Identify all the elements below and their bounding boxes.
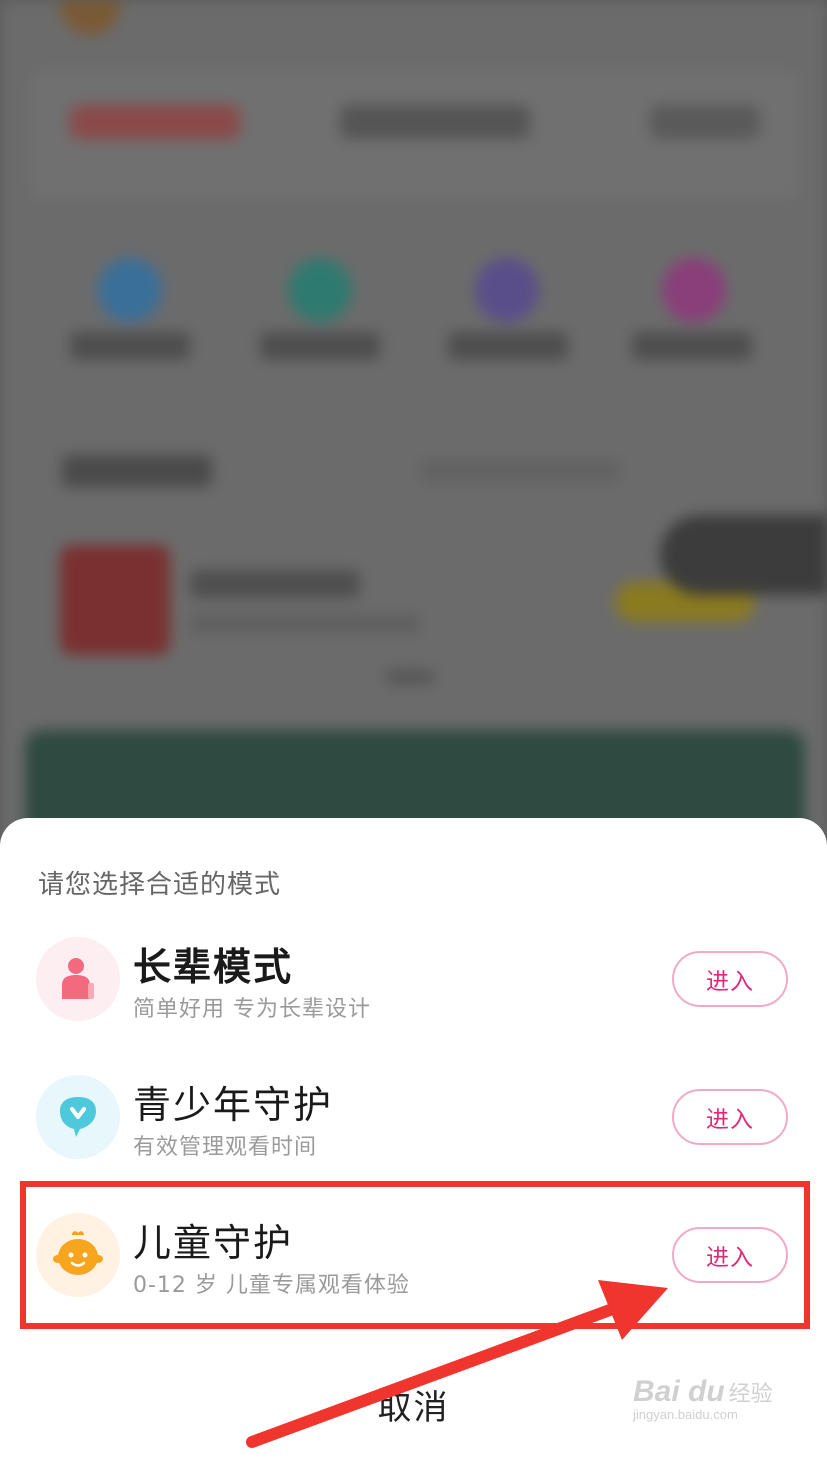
mode-select-sheet: 请您选择合适的模式 长辈模式 简单好用 专为长辈设计 进入 青少年守护 有效管理… — [0, 818, 827, 1458]
bg-chip — [340, 105, 530, 139]
bg-shortcut-icon — [475, 258, 539, 322]
mode-row-elder[interactable]: 长辈模式 简单好用 专为长辈设计 进入 — [0, 918, 827, 1048]
mode-name: 长辈模式 — [133, 945, 294, 989]
bg-avatar — [60, 0, 120, 35]
enter-teen-button[interactable]: 进入 — [672, 1089, 788, 1145]
background-app — [0, 0, 827, 840]
elder-person-glyph — [62, 958, 94, 999]
bg-shortcut-icon — [662, 258, 726, 322]
bg-shortcut-label — [260, 332, 380, 360]
bg-shortcut-label — [448, 332, 568, 360]
baidu-watermark: Bai du 经验 jingyan.baidu.com — [633, 1375, 793, 1447]
enter-elder-button[interactable]: 进入 — [672, 951, 788, 1007]
bg-thumbnail — [60, 545, 170, 655]
bg-text-line — [190, 615, 420, 633]
bg-section-title — [62, 455, 212, 487]
mode-name: 青少年守护 — [133, 1083, 334, 1127]
bg-shortcut-label — [70, 332, 190, 360]
watermark-url: jingyan.baidu.com — [633, 1407, 738, 1422]
bg-text-line — [190, 570, 360, 598]
bg-toast — [660, 515, 827, 595]
watermark-cn: 经验 — [728, 1381, 773, 1406]
mode-row-teen[interactable]: 青少年守护 有效管理观看时间 进入 — [0, 1056, 827, 1186]
elder-icon — [36, 937, 120, 1021]
sheet-title: 请您选择合适的模式 — [38, 870, 282, 900]
bg-shortcut-label — [632, 332, 752, 360]
annotation-highlight-box — [20, 1181, 810, 1329]
bg-chip — [70, 105, 240, 139]
bg-shortcut-icon — [98, 258, 162, 322]
mode-desc: 简单好用 专为长辈设计 — [133, 997, 371, 1022]
mode-desc: 有效管理观看时间 — [133, 1135, 318, 1160]
bg-chip — [650, 105, 760, 139]
bg-pager-dots — [385, 670, 435, 684]
watermark-logo: Bai du — [633, 1375, 725, 1408]
bg-section-sub — [420, 460, 620, 482]
bg-shortcut-icon — [288, 258, 352, 322]
teen-sprout-glyph — [60, 1097, 96, 1137]
teen-icon — [36, 1075, 120, 1159]
